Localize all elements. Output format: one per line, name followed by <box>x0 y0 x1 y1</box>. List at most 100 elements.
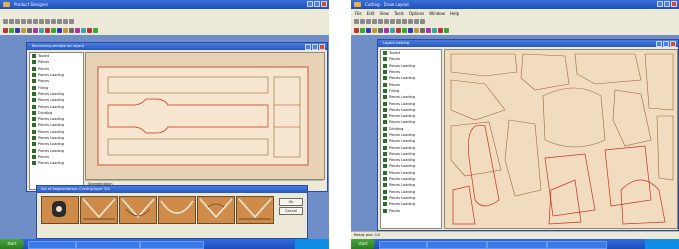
new-icon[interactable] <box>3 19 8 24</box>
tool-icon[interactable] <box>3 28 8 33</box>
paste-icon[interactable] <box>39 19 44 24</box>
cut-icon[interactable] <box>378 19 383 24</box>
segment-thumb-1[interactable] <box>41 196 79 224</box>
tool-icon[interactable] <box>39 28 44 33</box>
print-icon[interactable] <box>372 19 377 24</box>
undo-icon[interactable] <box>45 19 50 24</box>
tool-icon[interactable] <box>378 28 383 33</box>
open-icon[interactable] <box>360 19 365 24</box>
doc-maximize-button[interactable] <box>312 44 318 50</box>
nested-piece <box>574 53 642 85</box>
menu-item[interactable]: Help <box>450 11 459 16</box>
tool-icon[interactable] <box>372 28 377 33</box>
save-icon[interactable] <box>15 19 20 24</box>
segment-thumb-6[interactable] <box>236 196 274 224</box>
tool-icon[interactable] <box>360 28 365 33</box>
menu-item[interactable]: Window <box>429 11 445 16</box>
menu-item[interactable]: Tools <box>394 11 404 16</box>
layout-canvas[interactable] <box>85 52 325 180</box>
doc-maximize-button[interactable] <box>663 41 669 47</box>
tool-icon[interactable] <box>354 28 359 33</box>
tool-icon[interactable] <box>87 28 92 33</box>
tool-icon[interactable] <box>63 28 68 33</box>
zoom-icon[interactable] <box>57 19 62 24</box>
tool-icon[interactable] <box>27 28 32 33</box>
taskbar-item[interactable] <box>427 241 487 249</box>
start-button[interactable]: start <box>351 239 375 249</box>
doc-close-button[interactable] <box>670 41 676 47</box>
grid-icon[interactable] <box>63 19 68 24</box>
tool-icon[interactable] <box>15 28 20 33</box>
tool-icon[interactable] <box>75 28 80 33</box>
close-button[interactable] <box>671 1 677 7</box>
menu-item[interactable]: Options <box>409 11 424 16</box>
undo-icon[interactable] <box>396 19 401 24</box>
dialog-ok-button[interactable]: Ok <box>279 198 303 206</box>
tool-icon[interactable] <box>408 28 413 33</box>
redo-icon[interactable] <box>402 19 407 24</box>
tool-icon[interactable] <box>438 28 443 33</box>
copy-icon[interactable] <box>33 19 38 24</box>
help-icon[interactable] <box>69 19 74 24</box>
segment-thumb-3[interactable] <box>119 196 157 224</box>
dialog-cancel-button[interactable]: Cancel <box>279 207 303 215</box>
taskbar-item[interactable] <box>379 241 427 249</box>
tool-icon[interactable] <box>69 28 74 33</box>
save-icon[interactable] <box>366 19 371 24</box>
tree-item[interactable]: Pieces <box>381 207 441 213</box>
tool-icon[interactable] <box>402 28 407 33</box>
taskbar-item[interactable] <box>487 241 547 249</box>
tree-item-label: Pieces Loading <box>38 161 64 166</box>
tool-icon[interactable] <box>420 28 425 33</box>
paste-icon[interactable] <box>390 19 395 24</box>
tool-icon[interactable] <box>426 28 431 33</box>
minimize-button[interactable] <box>657 1 663 7</box>
taskbar-item[interactable] <box>76 241 140 249</box>
doc-close-button[interactable] <box>319 44 325 50</box>
start-button[interactable]: start <box>0 239 24 249</box>
segment-thumb-2[interactable] <box>80 196 118 224</box>
doc-minimize-button[interactable] <box>305 44 311 50</box>
tree-item-label: Pieces Loading <box>389 202 415 207</box>
nesting-canvas[interactable] <box>444 49 678 229</box>
tool-icon[interactable] <box>81 28 86 33</box>
tool-icon[interactable] <box>366 28 371 33</box>
tool-icon[interactable] <box>57 28 62 33</box>
tool-icon[interactable] <box>33 28 38 33</box>
document-window-controls <box>305 44 325 50</box>
tool-icon[interactable] <box>384 28 389 33</box>
tool-icon[interactable] <box>390 28 395 33</box>
tool-icon[interactable] <box>9 28 14 33</box>
zoom-icon[interactable] <box>408 19 413 24</box>
tree-item[interactable]: Pieces Loading <box>30 160 83 166</box>
new-icon[interactable] <box>354 19 359 24</box>
tool-icon[interactable] <box>432 28 437 33</box>
tool-icon[interactable] <box>444 28 449 33</box>
close-button[interactable] <box>321 1 327 7</box>
menu-item[interactable]: View <box>379 11 389 16</box>
open-icon[interactable] <box>9 19 14 24</box>
tool-icon[interactable] <box>414 28 419 33</box>
redo-icon[interactable] <box>51 19 56 24</box>
cut-icon[interactable] <box>27 19 32 24</box>
menu-item[interactable]: Edit <box>367 11 375 16</box>
taskbar-item[interactable] <box>28 241 76 249</box>
help-icon[interactable] <box>420 19 425 24</box>
maximize-button[interactable] <box>314 1 320 7</box>
maximize-button[interactable] <box>664 1 670 7</box>
print-icon[interactable] <box>21 19 26 24</box>
tool-icon[interactable] <box>45 28 50 33</box>
tool-icon[interactable] <box>51 28 56 33</box>
tool-icon[interactable] <box>396 28 401 33</box>
minimize-button[interactable] <box>307 1 313 7</box>
taskbar-item[interactable] <box>547 241 607 249</box>
grid-icon[interactable] <box>414 19 419 24</box>
tool-icon[interactable] <box>93 28 98 33</box>
copy-icon[interactable] <box>384 19 389 24</box>
taskbar-item[interactable] <box>140 241 204 249</box>
segment-thumb-5[interactable] <box>197 196 235 224</box>
doc-minimize-button[interactable] <box>656 41 662 47</box>
tool-icon[interactable] <box>21 28 26 33</box>
segment-thumb-4[interactable] <box>158 196 196 224</box>
menu-item[interactable]: File <box>355 11 362 16</box>
